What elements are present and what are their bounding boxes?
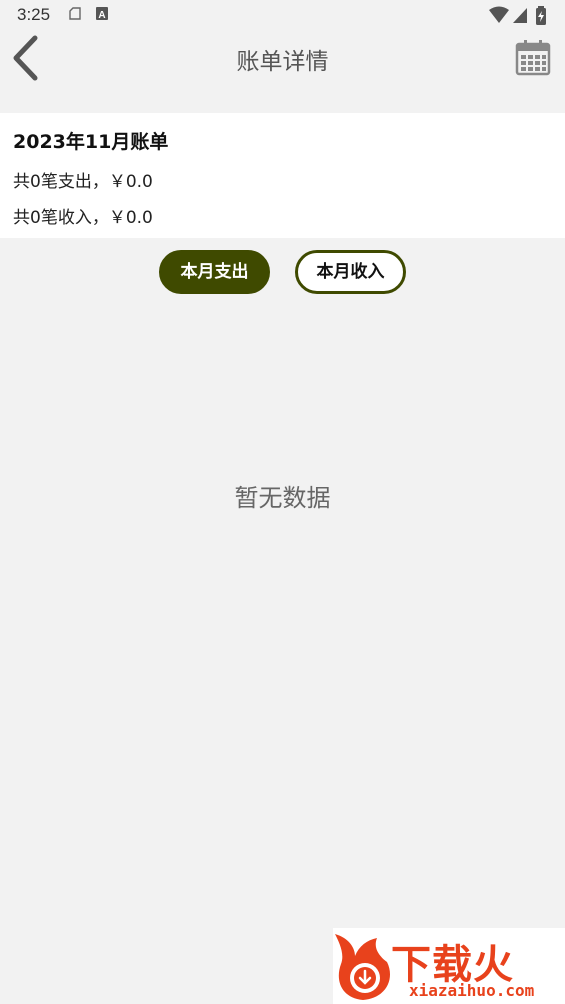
monthly-income-button[interactable]: 本月收入	[295, 250, 406, 294]
bill-summary-card: 2023年11月账单 共0笔支出，￥0.0 共0笔收入，￥0.0	[0, 113, 565, 238]
battery-icon	[535, 6, 547, 30]
app-header: 账单详情	[0, 30, 565, 90]
status-bar: 3:25 A	[0, 0, 565, 30]
calendar-button[interactable]	[513, 38, 553, 78]
calendar-icon	[515, 40, 551, 76]
expense-summary: 共0笔支出，￥0.0	[13, 172, 153, 192]
empty-state-text: 暂无数据	[234, 484, 331, 512]
summary-title: 2023年11月账单	[13, 131, 169, 153]
flame-logo-icon	[335, 934, 390, 1000]
income-summary: 共0笔收入，￥0.0	[13, 208, 153, 228]
screen: 3:25 A 账单详情 2023年11月账单 共0笔支出，￥0.0 共0笔收入，…	[0, 0, 565, 1004]
keyboard-icon: A	[95, 6, 109, 26]
status-time: 3:25	[17, 5, 51, 24]
watermark: 下载火 xiazaihuo.com	[333, 928, 565, 1004]
notification-icon	[67, 6, 83, 26]
wifi-icon	[489, 6, 509, 28]
page-title: 账单详情	[236, 49, 329, 75]
watermark-url: xiazaihuo.com	[409, 981, 535, 1000]
monthly-expense-button[interactable]: 本月支出	[159, 250, 270, 294]
svg-text:A: A	[98, 10, 105, 21]
signal-icon	[512, 6, 528, 28]
